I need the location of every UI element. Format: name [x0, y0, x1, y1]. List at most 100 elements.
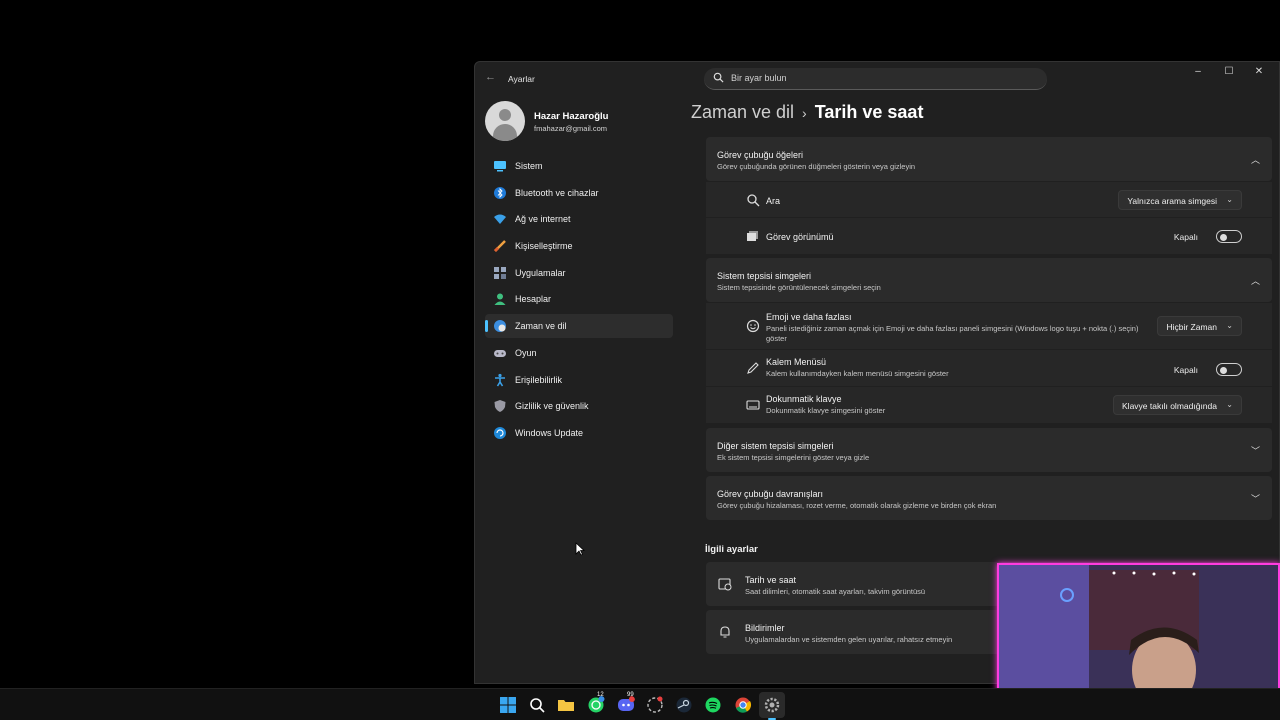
- chevron-up-icon[interactable]: ︿: [1251, 274, 1260, 287]
- profile-email: fmahazar@gmail.com: [534, 124, 608, 133]
- sidebar-item-personalization[interactable]: Kişiselleştirme: [485, 234, 673, 258]
- dropdown-value: Hiçbir Zaman: [1166, 322, 1217, 332]
- bluetooth-icon: [494, 186, 506, 199]
- search-row: Ara Yalnızca arama simgesi ⌄: [706, 182, 1272, 217]
- sidebar-item-network[interactable]: Ağ ve internet: [485, 207, 673, 231]
- sidebar-item-label: Sistem: [515, 161, 543, 171]
- sidebar-item-bluetooth[interactable]: Bluetooth ve cihazlar: [485, 181, 673, 205]
- related-settings-title: İlgili ayarlar: [705, 544, 758, 555]
- chevron-down-icon: ⌄: [1226, 195, 1233, 204]
- pen-menu-row: Kalem Menüsü Kalem kullanımdayken kalem …: [706, 350, 1272, 386]
- sidebar-item-accounts[interactable]: Hesaplar: [485, 287, 673, 311]
- sidebar-item-time-language[interactable]: Zaman ve dil: [485, 314, 673, 339]
- task-view-row: Görev görünümü Kapalı: [706, 218, 1272, 254]
- chevron-down-icon[interactable]: ﹀: [1251, 492, 1260, 505]
- taskbar-behaviors-header[interactable]: Görev çubuğu davranışları Görev çubuğu h…: [706, 476, 1272, 520]
- brush-icon: [493, 240, 506, 253]
- steam-icon[interactable]: [675, 696, 693, 714]
- taskbar: 12 99: [0, 688, 1280, 720]
- breadcrumb-separator: ›: [802, 105, 807, 121]
- related-item-description: Uygulamalardan ve sistemden gelen uyarıl…: [745, 635, 953, 644]
- section-subtitle: Ek sistem tepsisi simgelerini göster vey…: [717, 453, 870, 462]
- chevron-up-icon[interactable]: ︿: [1251, 153, 1260, 166]
- discord-icon[interactable]: [617, 696, 635, 714]
- toggle-state-label: Kapalı: [1173, 232, 1198, 242]
- touch-keyboard-dropdown[interactable]: Klavye takılı olmadığında ⌄: [1113, 395, 1242, 415]
- chevron-down-icon[interactable]: ﹀: [1251, 444, 1260, 457]
- sidebar-item-label: Zaman ve dil: [515, 321, 567, 332]
- update-icon: [494, 426, 506, 439]
- app-title: Ayarlar: [508, 74, 535, 84]
- file-explorer-icon[interactable]: [557, 696, 575, 714]
- monitor-icon: [494, 161, 506, 172]
- sidebar-item-privacy[interactable]: Gizlilik ve güvenlik: [485, 394, 673, 418]
- keyboard-icon: [746, 400, 760, 410]
- emoji-dropdown[interactable]: Hiçbir Zaman ⌄: [1157, 316, 1242, 336]
- sidebar-item-label: Bluetooth ve cihazlar: [515, 187, 599, 198]
- taskbar-items-header[interactable]: Görev çubuğu öğeleri Görev çubuğunda gör…: [706, 137, 1272, 181]
- task-view-toggle[interactable]: [1216, 230, 1242, 243]
- search-input[interactable]: Bir ayar bulun: [731, 73, 787, 83]
- spotify-icon[interactable]: [704, 696, 722, 714]
- row-label: Görev görünümü: [766, 232, 834, 242]
- page-title: Tarih ve saat: [814, 102, 924, 122]
- minimize-button[interactable]: –: [1188, 66, 1208, 82]
- section-subtitle: Sistem tepsisinde görüntülenecek simgele…: [717, 283, 881, 292]
- section-title: Diğer sistem tepsisi simgeleri: [717, 441, 834, 451]
- emoji-icon: [746, 319, 760, 333]
- row-description: Dokunmatik klavye simgesini göster: [766, 406, 886, 415]
- toggle-state-label: Kapalı: [1173, 365, 1198, 375]
- row-label: Kalem Menüsü: [766, 357, 827, 367]
- search-icon[interactable]: [528, 696, 546, 714]
- search-box[interactable]: Bir ayar bulun: [704, 68, 1047, 90]
- sidebar-item-accessibility[interactable]: Erişilebilirlik: [485, 368, 673, 392]
- settings-icon[interactable]: [763, 696, 781, 714]
- sidebar-item-windows-update[interactable]: Windows Update: [485, 421, 673, 445]
- other-tray-icons-header[interactable]: Diğer sistem tepsisi simgeleri Ek sistem…: [706, 428, 1272, 472]
- sidebar-item-label: Oyun: [515, 347, 537, 358]
- title-bar: ← Ayarlar Bir ayar bulun – ☐ ✕: [475, 62, 1279, 94]
- chevron-down-icon: ⌄: [1226, 321, 1233, 330]
- row-description: Paneli istediğiniz zaman açmak için Emoj…: [766, 324, 1139, 343]
- sidebar-item-label: Windows Update: [515, 427, 584, 438]
- search-icon: [747, 194, 760, 207]
- sidebar-item-label: Hesaplar: [515, 294, 552, 305]
- sidebar-item-label: Ağ ve internet: [515, 214, 571, 225]
- nav-list: Sistem Bluetooth ve cihazlar Ağ ve inter…: [485, 154, 673, 448]
- related-item-description: Saat dilimleri, otomatik saat ayarları, …: [745, 587, 926, 596]
- breadcrumb-parent[interactable]: Zaman ve dil: [691, 102, 794, 122]
- sidebar: Hazar Hazaroğlu fmahazar@gmail.com Siste…: [485, 98, 675, 439]
- related-item-label: Tarih ve saat: [745, 575, 797, 585]
- sidebar-item-label: Uygulamalar: [515, 267, 566, 278]
- maximize-button[interactable]: ☐: [1219, 66, 1239, 82]
- sidebar-item-label: Kişiselleştirme: [515, 241, 573, 252]
- sidebar-item-label: Gizlilik ve güvenlik: [515, 401, 589, 412]
- profile-name: Hazar Hazaroğlu: [534, 111, 609, 122]
- row-label: Emoji ve daha fazlası: [766, 312, 852, 322]
- search-icon: [713, 72, 724, 83]
- back-arrow-icon[interactable]: ←: [485, 71, 496, 83]
- sidebar-item-system[interactable]: Sistem: [485, 154, 673, 178]
- profile[interactable]: Hazar Hazaroğlu fmahazar@gmail.com: [485, 98, 675, 146]
- sidebar-item-apps[interactable]: Uygulamalar: [485, 261, 673, 285]
- sidebar-item-gaming[interactable]: Oyun: [485, 341, 673, 365]
- whatsapp-icon[interactable]: [587, 696, 605, 714]
- emoji-row: Emoji ve daha fazlası Paneli istediğiniz…: [706, 303, 1272, 349]
- person-icon: [494, 293, 506, 306]
- chevron-down-icon: ⌄: [1226, 400, 1233, 409]
- whatsapp-badge: 12: [597, 692, 604, 698]
- tray-icons-header[interactable]: Sistem tepsisi simgeleri Sistem tepsisin…: [706, 258, 1272, 302]
- chrome-icon[interactable]: [734, 696, 752, 714]
- section-title: Sistem tepsisi simgeleri: [717, 271, 812, 281]
- pen-icon: [747, 362, 759, 374]
- task-view-icon: [747, 231, 758, 241]
- start-icon[interactable]: [499, 696, 517, 714]
- pen-menu-toggle[interactable]: [1216, 363, 1242, 376]
- close-button[interactable]: ✕: [1249, 66, 1269, 82]
- section-title: Görev çubuğu öğeleri: [717, 150, 804, 160]
- active-indicator: [485, 320, 488, 333]
- app-icon[interactable]: [646, 696, 664, 714]
- search-mode-dropdown[interactable]: Yalnızca arama simgesi ⌄: [1118, 190, 1242, 210]
- discord-badge: 99: [627, 692, 634, 698]
- breadcrumb: Zaman ve dil › Tarih ve saat: [691, 102, 923, 123]
